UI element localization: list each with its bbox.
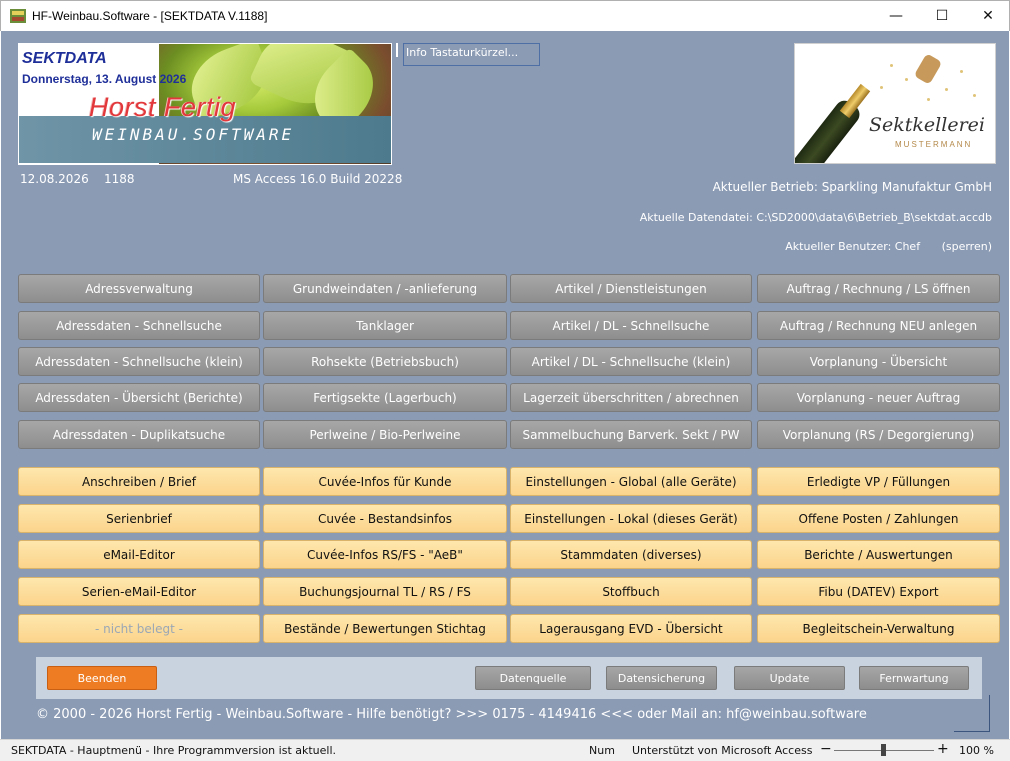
btn-nicht-belegt: - nicht belegt - bbox=[18, 614, 260, 643]
btn-artikel-schnellsuche[interactable]: Artikel / DL - Schnellsuche bbox=[510, 311, 752, 340]
btn-vorplanung-neu[interactable]: Vorplanung - neuer Auftrag bbox=[757, 383, 1000, 412]
btn-stammdaten[interactable]: Stammdaten (diverses) bbox=[510, 540, 752, 569]
datenquelle-button[interactable]: Datenquelle bbox=[475, 666, 591, 690]
current-business: Aktueller Betrieb: Sparkling Manufaktur … bbox=[712, 180, 992, 194]
fernwartung-button[interactable]: Fernwartung bbox=[859, 666, 969, 690]
maximize-button[interactable]: ☐ bbox=[919, 1, 965, 31]
btn-adressverwaltung[interactable]: Adressverwaltung bbox=[18, 274, 260, 303]
btn-adressdaten-duplikatsuche[interactable]: Adressdaten - Duplikatsuche bbox=[18, 420, 260, 449]
btn-perlweine[interactable]: Perlweine / Bio-Perlweine bbox=[263, 420, 507, 449]
btn-artikel-schnellsuche-klein[interactable]: Artikel / DL - Schnellsuche (klein) bbox=[510, 347, 752, 376]
status-bar: SEKTDATA - Hauptmenü - Ihre Programmvers… bbox=[0, 739, 1010, 761]
btn-adressdaten-uebersicht[interactable]: Adressdaten - Übersicht (Berichte) bbox=[18, 383, 260, 412]
copyright-text: © 2000 - 2026 Horst Fertig - Weinbau.Sof… bbox=[36, 707, 867, 722]
zoom-level: 100 % bbox=[959, 744, 994, 757]
btn-begleitschein[interactable]: Begleitschein-Verwaltung bbox=[757, 614, 1000, 643]
company-logo: Sektkellerei MUSTERMANN bbox=[794, 43, 996, 164]
btn-auftrag-oeffnen[interactable]: Auftrag / Rechnung / LS öffnen bbox=[757, 274, 1000, 303]
btn-auftrag-neu[interactable]: Auftrag / Rechnung NEU anlegen bbox=[757, 311, 1000, 340]
beenden-button[interactable]: Beenden bbox=[47, 666, 157, 690]
btn-lagerausgang-evd[interactable]: Lagerausgang EVD - Übersicht bbox=[510, 614, 752, 643]
btn-tanklager[interactable]: Tanklager bbox=[263, 311, 507, 340]
logo-subtitle: MUSTERMANN bbox=[895, 140, 973, 149]
logo-title: Sektkellerei bbox=[869, 114, 985, 136]
btn-vorplanung-rs[interactable]: Vorplanung (RS / Degorgierung) bbox=[757, 420, 1000, 449]
text-cursor bbox=[396, 43, 398, 57]
version-number: 1188 bbox=[104, 172, 135, 186]
app-icon bbox=[10, 9, 26, 23]
main-form: SEKTDATA Donnerstag, 13. August 2026 Hor… bbox=[1, 31, 1009, 739]
btn-bestaende-stichtag[interactable]: Bestände / Bewertungen Stichtag bbox=[263, 614, 507, 643]
datensicherung-button[interactable]: Datensicherung bbox=[606, 666, 717, 690]
btn-serien-email-editor[interactable]: Serien-eMail-Editor bbox=[18, 577, 260, 606]
banner-date: Donnerstag, 13. August 2026 bbox=[22, 72, 187, 86]
access-powered-by: Unterstützt von Microsoft Access bbox=[632, 744, 813, 757]
app-name: SEKTDATA bbox=[22, 50, 107, 67]
banner-image: SEKTDATA Donnerstag, 13. August 2026 Hor… bbox=[18, 43, 392, 165]
btn-stoffbuch[interactable]: Stoffbuch bbox=[510, 577, 752, 606]
btn-fertigsekte[interactable]: Fertigsekte (Lagerbuch) bbox=[263, 383, 507, 412]
current-user-label: Aktueller Benutzer: Chef bbox=[785, 240, 921, 253]
current-datafile: Aktuelle Datendatei: C:\SD2000\data\6\Be… bbox=[639, 211, 992, 224]
btn-anschreiben[interactable]: Anschreiben / Brief bbox=[18, 467, 260, 496]
btn-cuvee-infos-aeb[interactable]: Cuvée-Infos RS/FS - "AeB" bbox=[263, 540, 507, 569]
btn-lagerzeit[interactable]: Lagerzeit überschritten / abrechnen bbox=[510, 383, 752, 412]
zoom-in-button[interactable]: + bbox=[937, 741, 949, 757]
btn-adressdaten-schnellsuche-klein[interactable]: Adressdaten - Schnellsuche (klein) bbox=[18, 347, 260, 376]
btn-grundweindaten[interactable]: Grundweindaten / -anlieferung bbox=[263, 274, 507, 303]
btn-serienbrief[interactable]: Serienbrief bbox=[18, 504, 260, 533]
btn-fibu-export[interactable]: Fibu (DATEV) Export bbox=[757, 577, 1000, 606]
status-message: SEKTDATA - Hauptmenü - Ihre Programmvers… bbox=[11, 744, 337, 757]
btn-rohsekte[interactable]: Rohsekte (Betriebsbuch) bbox=[263, 347, 507, 376]
btn-artikel-dienstleistungen[interactable]: Artikel / Dienstleistungen bbox=[510, 274, 752, 303]
title-bar: HF-Weinbau.Software - [SEKTDATA V.1188] … bbox=[0, 0, 1010, 31]
btn-adressdaten-schnellsuche[interactable]: Adressdaten - Schnellsuche bbox=[18, 311, 260, 340]
btn-einstellungen-lokal[interactable]: Einstellungen - Lokal (dieses Gerät) bbox=[510, 504, 752, 533]
btn-buchungsjournal[interactable]: Buchungsjournal TL / RS / FS bbox=[263, 577, 507, 606]
btn-erledigte-vp[interactable]: Erledigte VP / Füllungen bbox=[757, 467, 1000, 496]
numlock-indicator: Num bbox=[589, 744, 615, 757]
btn-email-editor[interactable]: eMail-Editor bbox=[18, 540, 260, 569]
cork-icon bbox=[913, 53, 943, 85]
lock-user-link[interactable]: (sperren) bbox=[942, 240, 992, 253]
brand-subtitle: WEINBAU.SOFTWARE bbox=[92, 125, 295, 144]
minimize-button[interactable]: — bbox=[873, 1, 919, 31]
info-shortcuts-button[interactable]: Info Tastaturkürzel... bbox=[403, 43, 540, 66]
close-button[interactable]: ✕ bbox=[965, 1, 1010, 31]
update-button[interactable]: Update bbox=[734, 666, 845, 690]
current-date: 12.08.2026 bbox=[20, 172, 89, 186]
btn-sammelbuchung[interactable]: Sammelbuchung Barverk. Sekt / PW bbox=[510, 420, 752, 449]
btn-offene-posten[interactable]: Offene Posten / Zahlungen bbox=[757, 504, 1000, 533]
footer-panel: Beenden Datenquelle Datensicherung Updat… bbox=[36, 657, 982, 699]
corner-decoration bbox=[954, 695, 990, 732]
btn-cuvee-infos-kunde[interactable]: Cuvée-Infos für Kunde bbox=[263, 467, 507, 496]
window-title: HF-Weinbau.Software - [SEKTDATA V.1188] bbox=[32, 9, 268, 23]
brand-name: Horst Fertig bbox=[89, 92, 237, 122]
zoom-out-button[interactable]: − bbox=[820, 741, 832, 757]
current-user: Aktueller Benutzer: Chef (sperren) bbox=[785, 240, 992, 253]
btn-einstellungen-global[interactable]: Einstellungen - Global (alle Geräte) bbox=[510, 467, 752, 496]
btn-cuvee-bestandsinfos[interactable]: Cuvée - Bestandsinfos bbox=[263, 504, 507, 533]
zoom-slider-thumb[interactable] bbox=[881, 744, 886, 756]
access-version: MS Access 16.0 Build 20228 bbox=[233, 172, 403, 186]
btn-berichte[interactable]: Berichte / Auswertungen bbox=[757, 540, 1000, 569]
btn-vorplanung-uebersicht[interactable]: Vorplanung - Übersicht bbox=[757, 347, 1000, 376]
